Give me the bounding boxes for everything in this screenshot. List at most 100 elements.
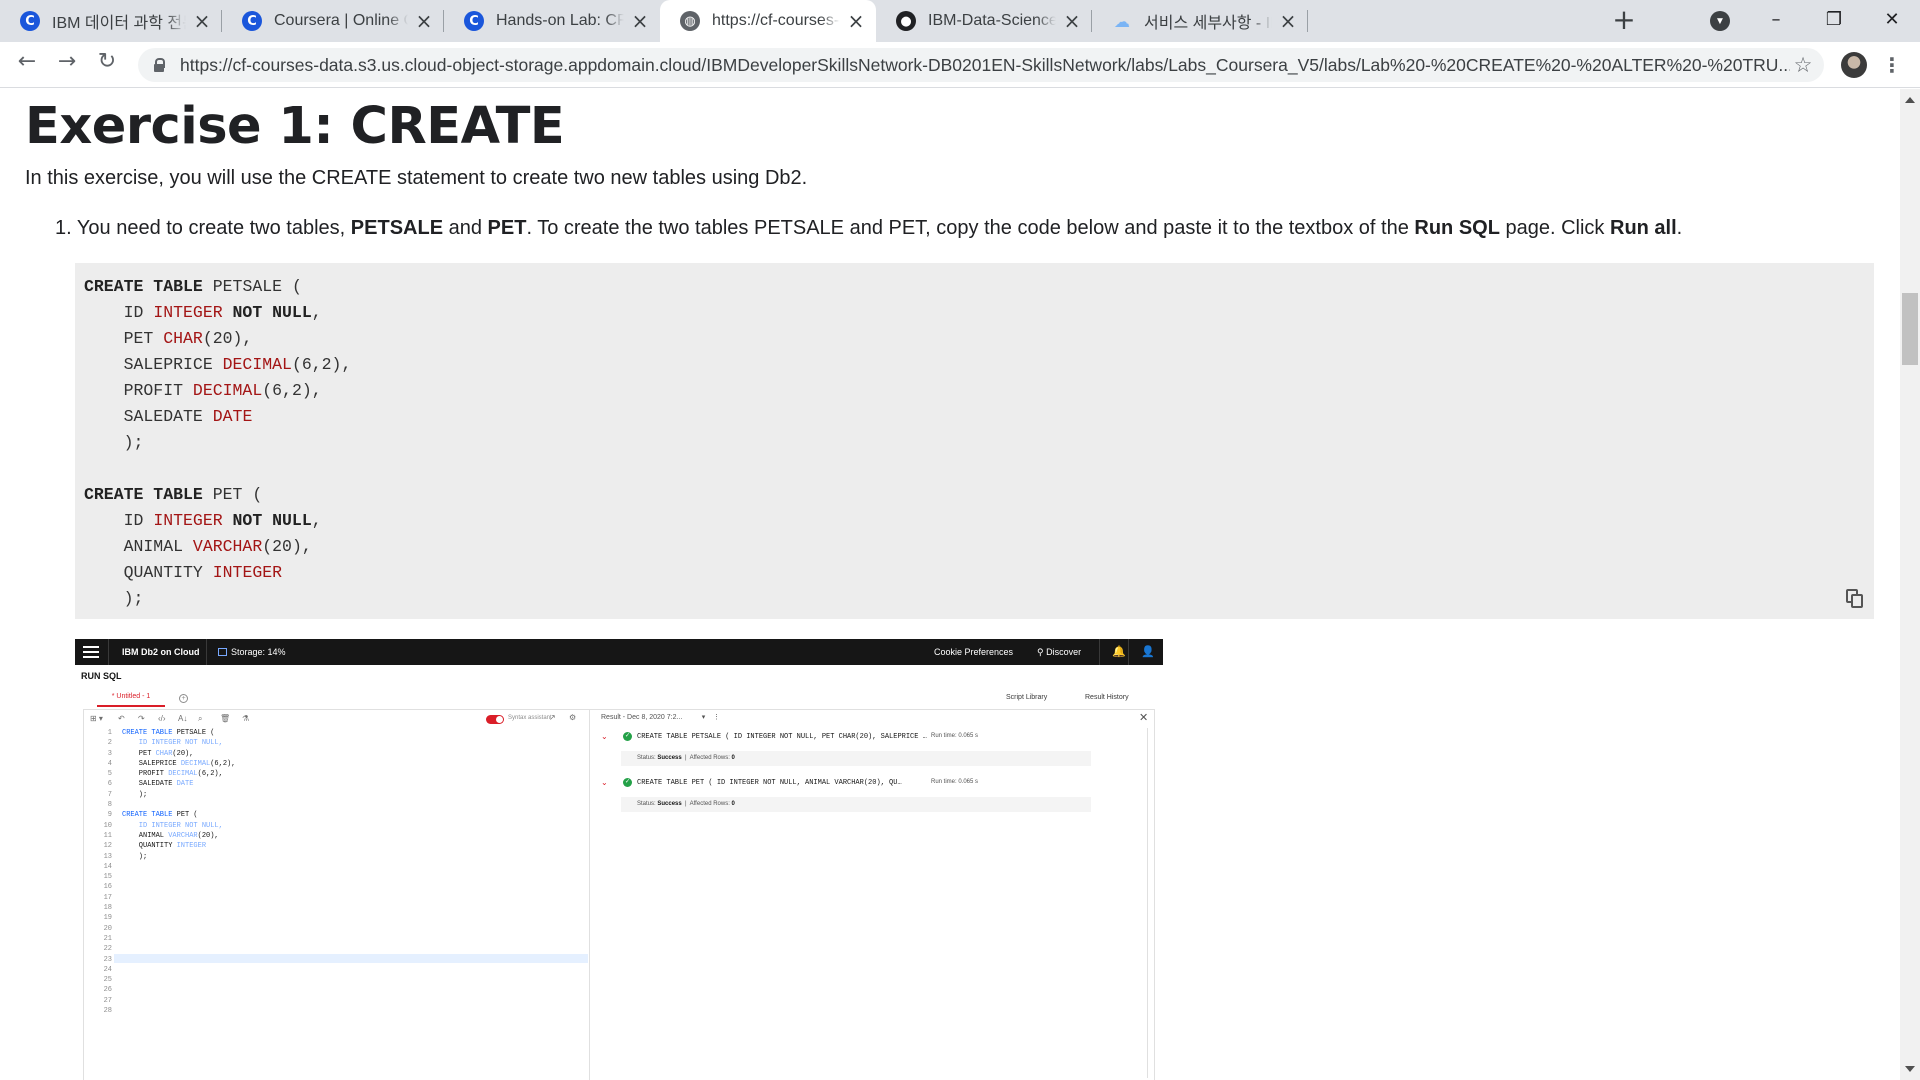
line-number: 25 <box>103 976 112 985</box>
line-number: 21 <box>103 934 112 943</box>
success-check-icon: ✓ <box>623 732 632 741</box>
close-tab-icon[interactable]: × <box>192 11 212 31</box>
new-tab-button[interactable]: + <box>1610 6 1638 34</box>
success-check-icon: ✓ <box>623 778 632 787</box>
tab-title: IBM-Data-Science/Databases <box>928 12 1056 29</box>
maximize-button[interactable]: ❐ <box>1814 6 1854 34</box>
code-token: INTEGER <box>212 563 283 582</box>
code-line: ID INTEGER NOT NULL, <box>84 300 351 326</box>
page-content: Exercise 1: CREATE In this exercise, you… <box>0 89 1900 1080</box>
code-line: PET CHAR(20), <box>122 749 235 759</box>
browser-tab[interactable]: ◍ https://cf-courses-data.s3.us × <box>660 0 876 42</box>
scroll-down-arrow-icon[interactable] <box>1905 1066 1915 1072</box>
browser-tab[interactable]: ● IBM-Data-Science/Databases × <box>876 0 1092 42</box>
browser-tab[interactable]: ☁ 서비스 세부사항 - IBM Cloud × <box>1092 0 1308 42</box>
tab-title: 서비스 세부사항 - IBM Cloud <box>1144 15 1272 32</box>
code-line: PROFIT DECIMAL(6,2), <box>122 769 235 779</box>
minimize-icon: – <box>1771 9 1781 30</box>
code-token: PROFIT <box>122 770 169 779</box>
code-token: INTEGER <box>176 842 207 851</box>
line-number-gutter: 1 2 3 4 5 6 7 8 9 10 11 12 13 14 15 16 17 18 19 20 21 22 23 24 2… <box>84 728 112 1016</box>
browser-toolbar: ← → ↻ https://cf-courses-data.s3.us.clou… <box>0 42 1920 88</box>
code-token: ANIMAL <box>84 537 193 556</box>
code-token: PET <box>84 329 164 348</box>
code-token: CREATE TABLE <box>122 729 173 737</box>
code-token: ); <box>122 790 148 799</box>
editor-tool-icon: ‹/› <box>158 714 166 723</box>
step-bold-petsale: PETSALE <box>350 217 444 239</box>
browser-tab[interactable]: C IBM 데이터 과학 전문 자격증 × <box>0 0 222 42</box>
code-token: ANIMAL <box>122 831 169 840</box>
minimize-button[interactable]: – <box>1756 6 1796 34</box>
code-token: CREATE TABLE <box>84 277 203 296</box>
browser-tab[interactable]: C Coursera | Online Courses & Credentials… <box>222 0 444 42</box>
editor-code: CREATE TABLE PETSALE ( ID INTEGER NOT NU… <box>122 728 235 862</box>
syntax-assistant-label: Syntax assistant <box>508 715 552 721</box>
copy-code-button[interactable] <box>1846 589 1864 609</box>
close-icon: ✕ <box>1884 9 1900 30</box>
line-number: 5 <box>107 770 112 779</box>
line-number: 24 <box>103 965 112 974</box>
code-token: ID <box>84 303 154 322</box>
expand-icon: ↗ <box>549 713 556 722</box>
back-button[interactable]: ← <box>11 49 43 81</box>
code-token: DATE <box>176 780 194 789</box>
close-results-icon: ✕ <box>1139 711 1149 724</box>
bookmark-star-icon[interactable]: ☆ <box>1790 53 1816 77</box>
line-number: 14 <box>103 862 112 871</box>
sql-code[interactable]: CREATE TABLE PETSALE ( ID INTEGER NOT NU… <box>84 274 351 612</box>
profile-avatar[interactable] <box>1841 52 1867 78</box>
close-window-button[interactable]: ✕ <box>1872 6 1912 34</box>
code-line: ); <box>122 790 235 800</box>
db2-header: IBM Db2 on Cloud Storage: 14% Cookie Pre… <box>75 639 1163 665</box>
browser-tab[interactable]: C Hands-on Lab: CREATE, ALTER × <box>444 0 660 42</box>
arrow-right-icon: → <box>57 49 77 74</box>
result-row: ⌄ ✓ CREATE TABLE PET ( ID INTEGER NOT NULL… <box>601 778 1121 824</box>
reload-button[interactable]: ↻ <box>91 49 123 81</box>
line-number: 9 <box>107 811 112 820</box>
url-text[interactable]: https://cf-courses-data.s3.us.cloud-obje… <box>180 55 1790 76</box>
editor-tool-icon: ↷ <box>138 714 145 723</box>
coursera-icon: C <box>242 11 262 31</box>
step-bold-run-all: Run all <box>1610 217 1677 239</box>
status-badge: Success <box>657 755 682 761</box>
code-line: ID INTEGER NOT NULL, <box>122 738 235 748</box>
scroll-up-arrow-icon[interactable] <box>1905 97 1915 103</box>
step-text-4: page. Click <box>1499 217 1610 239</box>
code-token: , <box>311 303 322 322</box>
browser-menu-button[interactable]: ⋮ <box>1882 50 1902 80</box>
close-tab-icon[interactable]: × <box>1062 11 1082 31</box>
page-scrollbar[interactable] <box>1900 89 1920 1080</box>
code-token: (6,2), <box>210 759 236 768</box>
forward-button[interactable]: → <box>51 49 83 81</box>
close-tab-icon[interactable]: × <box>846 11 866 31</box>
run-sql-title: RUN SQL <box>81 671 122 681</box>
line-number: 26 <box>103 986 112 995</box>
line-number: 17 <box>103 893 112 902</box>
code-token: (20), <box>202 329 253 348</box>
lock-icon[interactable] <box>152 58 166 72</box>
scrollbar-thumb[interactable] <box>1902 293 1918 365</box>
editor-tab-untitled: * Untitled - 1 <box>97 691 165 707</box>
close-tab-icon[interactable]: × <box>630 11 650 31</box>
globe-icon: ◍ <box>680 11 700 31</box>
github-icon: ● <box>896 11 916 31</box>
code-line: QUANTITY INTEGER <box>122 841 235 851</box>
code-token: VARCHAR <box>192 537 263 556</box>
close-tab-icon[interactable]: × <box>1278 11 1298 31</box>
address-bar[interactable]: https://cf-courses-data.s3.us.cloud-obje… <box>138 48 1824 82</box>
editor-tool-icon: ⊞ ▾ <box>90 714 103 723</box>
affected-rows-value: 0 <box>731 755 735 761</box>
code-token: CREATE TABLE <box>84 485 203 504</box>
code-token: CREATE TABLE <box>122 811 173 820</box>
code-token: PET ( <box>212 485 263 504</box>
tab-search-button[interactable]: ▼ <box>1710 11 1730 31</box>
sql-code-block[interactable]: CREATE TABLE PETSALE ( ID INTEGER NOT NU… <box>75 263 1874 619</box>
line-number: 3 <box>107 749 112 758</box>
result-selector: Result - Dec 8, 2020 7:2... ▾ ⋮ <box>601 714 721 721</box>
close-tab-icon[interactable]: × <box>414 11 434 31</box>
script-library-link: Script Library <box>1006 694 1048 701</box>
code-token: PETSALE ( <box>172 729 215 737</box>
